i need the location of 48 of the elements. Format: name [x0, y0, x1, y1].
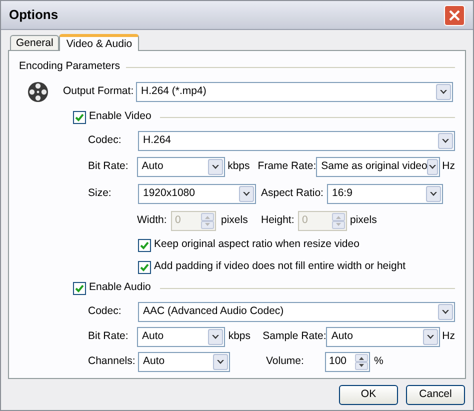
dropdown[interactable]: Same as original video [316, 157, 440, 177]
window-title: Options [9, 6, 60, 24]
unit-label: Hz [442, 159, 455, 174]
field-label: Frame Rate: [258, 159, 316, 174]
field-label: Aspect Ratio: [261, 186, 324, 202]
dropdown[interactable]: Auto [137, 327, 226, 347]
field-label: Codec: [88, 304, 122, 320]
field-label: Width: [137, 213, 168, 228]
field-label: Bit Rate: [88, 329, 130, 344]
dropdown[interactable]: H.264 [138, 131, 455, 151]
tab[interactable]: General [10, 35, 60, 50]
dropdown[interactable]: AAC (Advanced Audio Codec) [138, 302, 455, 322]
checkbox[interactable] [73, 282, 86, 294]
field-label: Bit Rate: [88, 159, 130, 174]
field-label: Output Format: [63, 84, 135, 100]
dropdown[interactable]: 16:9 [327, 184, 443, 204]
checkbox[interactable] [138, 238, 151, 252]
field-label: Height: [261, 213, 296, 228]
tab[interactable]: Video & Audio [59, 34, 140, 51]
dropdown[interactable]: Auto [326, 327, 440, 347]
field-label: Codec: [88, 133, 122, 148]
dropdown[interactable]: Auto [138, 352, 230, 372]
checkbox-label: Enable Video [89, 109, 152, 124]
dropdown[interactable]: 1920x1080 [138, 184, 256, 204]
dialog-button[interactable]: Cancel [406, 385, 465, 405]
dropdown[interactable]: Auto [136, 157, 225, 177]
film-reel-icon [27, 81, 49, 103]
unit-label: pixels [221, 213, 249, 228]
checkbox[interactable] [73, 110, 86, 124]
spin-arrows-icon[interactable] [355, 354, 368, 370]
unit-label: pixels [350, 213, 377, 228]
checkbox[interactable] [138, 260, 151, 274]
field-label: Channels: [88, 354, 136, 370]
dropdown[interactable]: H.264 (*.mp4) [136, 82, 453, 102]
unit-label: kbps [228, 329, 252, 344]
field-label: Sample Rate: [262, 329, 326, 344]
unit-label: kbps [228, 159, 251, 174]
dialog-button[interactable]: OK [339, 385, 398, 405]
field-label: Volume: [266, 354, 305, 370]
checkbox-label: Keep original aspect ratio when resize video [154, 237, 360, 252]
checkbox-label: Enable Audio [89, 280, 151, 296]
unit-label: % [374, 354, 384, 370]
unit-label: Hz [442, 329, 455, 344]
close-icon[interactable] [444, 4, 465, 26]
field-label: Size: [88, 186, 112, 202]
group-title: Encoding Parameters [19, 59, 120, 74]
checkbox-label: Add padding if video does not fill entire width or height [154, 259, 406, 274]
spin-field[interactable]: 100 [325, 352, 370, 372]
